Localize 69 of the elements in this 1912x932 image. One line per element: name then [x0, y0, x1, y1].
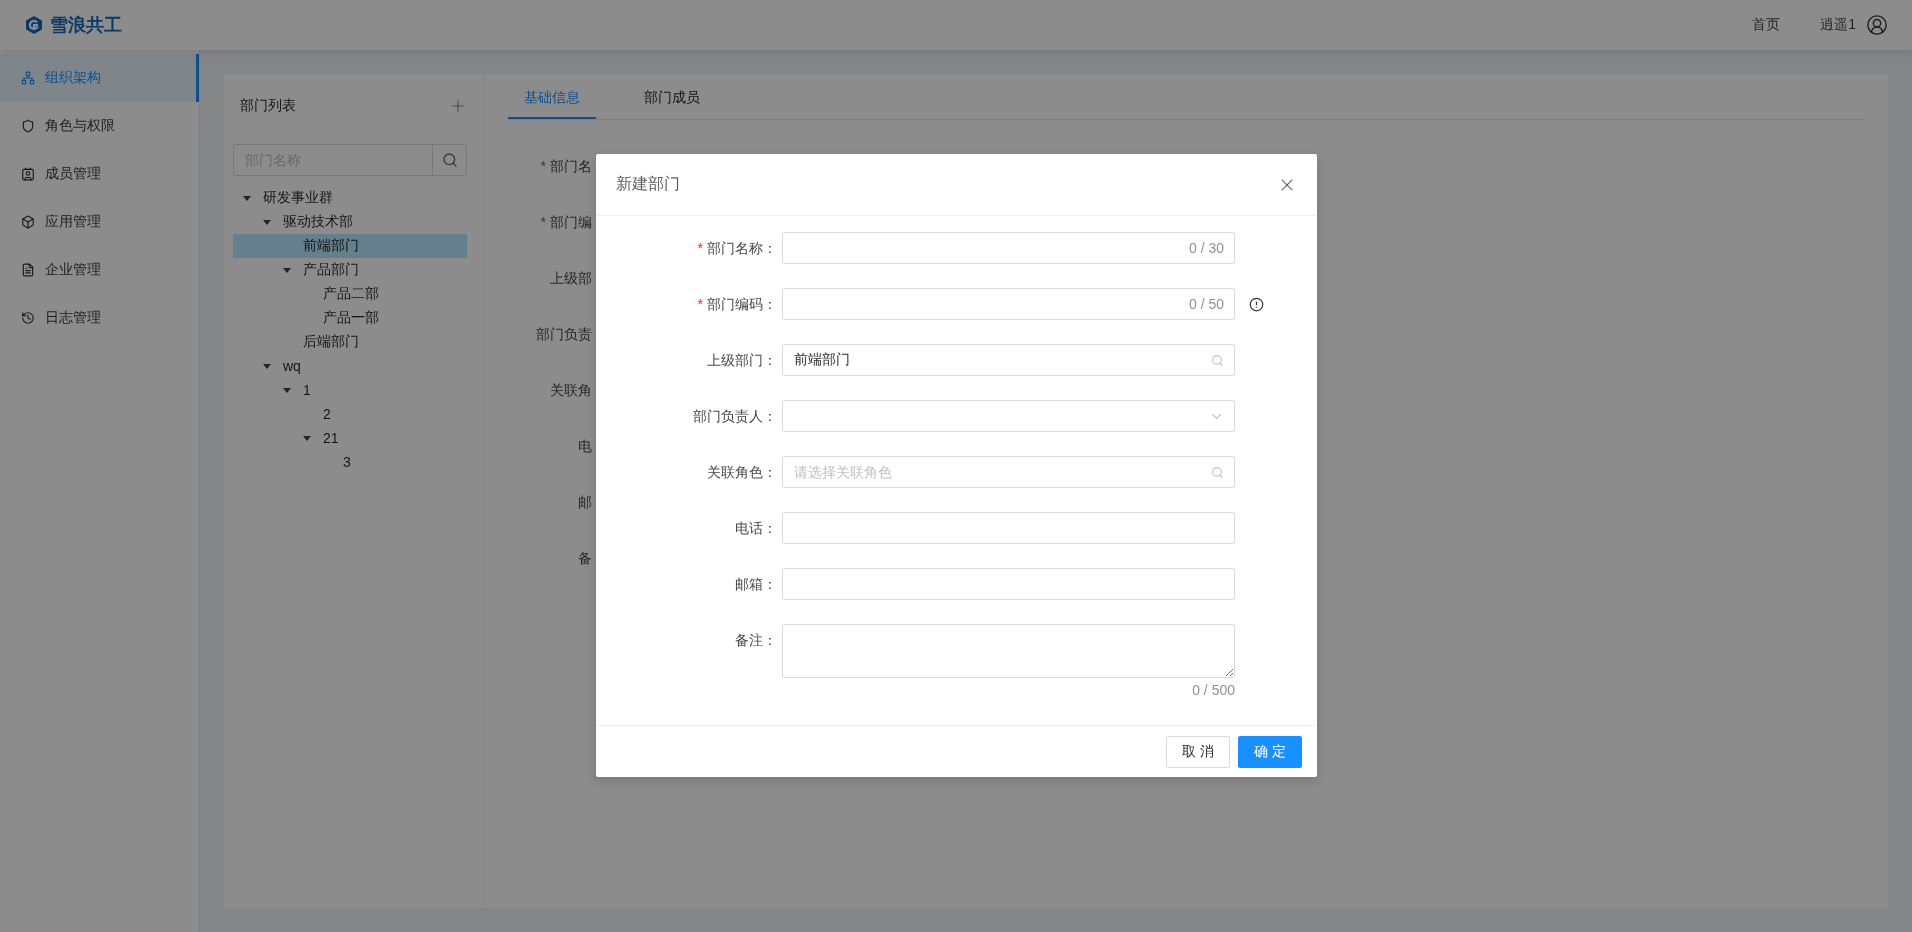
sidebar-item[interactable]: 日志管理 [0, 294, 199, 342]
tree-node[interactable]: 3 [233, 450, 467, 474]
shield-icon [21, 119, 35, 133]
field-label: * 部门编码： [696, 295, 778, 314]
field-label: 邮箱： [734, 575, 778, 594]
field-label: 关联角色： [706, 463, 778, 482]
caret-icon[interactable] [243, 195, 251, 201]
tree-node[interactable]: 产品一部 [233, 306, 467, 330]
text-field[interactable] [782, 232, 1235, 264]
id-card-icon [21, 167, 35, 181]
sidebar-item[interactable]: 应用管理 [0, 198, 199, 246]
search-button[interactable] [432, 145, 466, 175]
user-avatar-icon[interactable] [1866, 14, 1888, 36]
field-label: 备注： [734, 631, 778, 650]
tree-node[interactable]: 1 [233, 378, 467, 402]
search-field[interactable]: 请选择关联角色 [782, 456, 1235, 488]
tree-node[interactable]: 2 [233, 402, 467, 426]
tree-title: 部门列表 [240, 97, 296, 115]
cancel-button[interactable]: 取 消 [1166, 735, 1231, 768]
ok-button[interactable]: 确 定 [1238, 735, 1302, 768]
textarea-field[interactable] [782, 624, 1235, 678]
field-label: 上级部 [549, 270, 592, 288]
text-field[interactable] [782, 288, 1235, 320]
tree-node[interactable]: 产品部门 [233, 258, 467, 282]
sidebar-item[interactable]: 角色与权限 [0, 102, 199, 150]
field-label: 备 [577, 550, 592, 568]
cube-icon [21, 215, 35, 229]
char-counter: 0 / 500 [1192, 682, 1235, 698]
field-label: * 部门名称： [696, 239, 778, 258]
field-label: 部门负责 [535, 326, 592, 344]
select-field[interactable] [782, 400, 1235, 432]
caret-icon[interactable] [283, 387, 291, 393]
user-name[interactable]: 逍遥1 [1820, 16, 1856, 34]
document-icon [21, 263, 35, 277]
field-label: 上级部门： [706, 351, 778, 370]
text-field[interactable] [782, 512, 1235, 544]
search-field[interactable]: 前端部门 [782, 344, 1235, 376]
char-counter: 0 / 50 [1188, 296, 1224, 312]
field-label: * 部门名 [539, 158, 592, 176]
field-label: 邮 [577, 494, 592, 512]
caret-icon[interactable] [263, 219, 271, 225]
char-counter: 0 / 30 [1188, 240, 1224, 256]
tab[interactable]: 部门成员 [628, 78, 716, 119]
logo-icon [24, 15, 44, 35]
search-icon [1211, 353, 1224, 367]
sidebar-item[interactable]: 企业管理 [0, 246, 199, 294]
tree-node[interactable]: 后端部门 [233, 330, 467, 354]
caret-icon[interactable] [303, 435, 311, 441]
nav-link[interactable]: 首页 [1752, 16, 1781, 34]
tree-node[interactable]: 驱动技术部 [233, 210, 467, 234]
tree-node[interactable]: wq [233, 354, 467, 378]
logo-text: 雪浪共工 [50, 14, 122, 37]
tree-node[interactable]: 21 [233, 426, 467, 450]
search-icon [1211, 465, 1224, 479]
tree-node[interactable]: 研发事业群 [233, 186, 467, 210]
field-label: 部门负责人： [692, 407, 778, 426]
sidebar-item[interactable]: 成员管理 [0, 150, 199, 198]
tree-node[interactable]: 前端部门 [233, 234, 467, 258]
caret-icon[interactable] [263, 363, 271, 369]
field-label: 关联角 [549, 382, 592, 400]
tree-node[interactable]: 产品二部 [233, 282, 467, 306]
org-chart-icon [21, 71, 35, 85]
clock-icon [21, 311, 35, 325]
caret-icon[interactable] [283, 267, 291, 273]
text-field[interactable] [782, 568, 1235, 600]
field-label: 电 [577, 438, 592, 456]
dialog-title: 新建部门 [616, 174, 680, 194]
field-label: 电话： [734, 519, 778, 538]
field-label: * 部门编 [539, 214, 592, 232]
